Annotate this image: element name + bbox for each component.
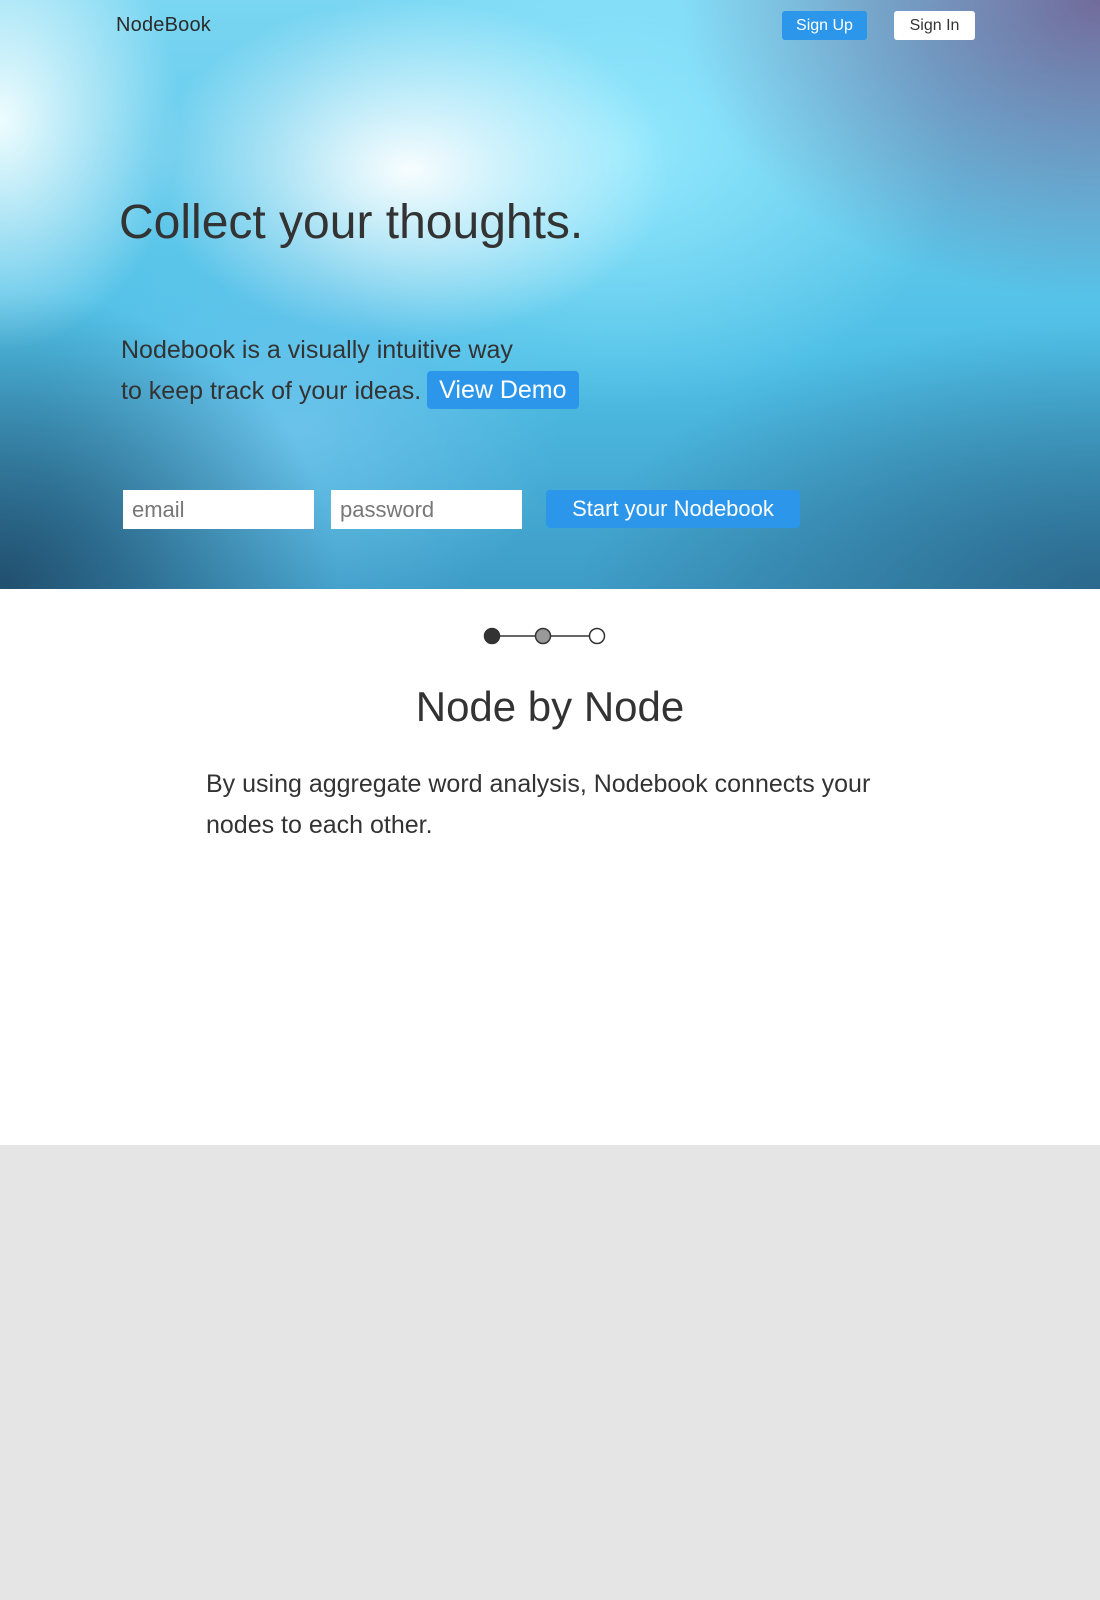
email-field[interactable] (123, 490, 314, 529)
view-demo-button[interactable]: View Demo (427, 371, 579, 410)
stepper-dot-3[interactable] (588, 627, 606, 645)
hero-description-line-2-text: to keep track of your ideas. (121, 377, 422, 405)
start-nodebook-button[interactable]: Start your Nodebook (546, 490, 800, 528)
hero-section: NodeBook Sign Up Sign In Collect your th… (0, 0, 1100, 589)
password-field[interactable] (331, 490, 522, 529)
hero-description-line-1: Nodebook is a visually intuitive way (121, 336, 513, 364)
hero-description-line-2: to keep track of your ideas. View Demo (121, 371, 579, 412)
hero-description: Nodebook is a visually intuitive way to … (121, 330, 579, 412)
feature-title: Node by Node (415, 683, 685, 730)
feature-section (0, 589, 1100, 1145)
hero-title: Collect your thoughts. (119, 196, 584, 249)
brand-logo[interactable]: NodeBook (116, 14, 211, 37)
sign-in-button[interactable]: Sign In (894, 11, 975, 40)
stepper-dot-2[interactable] (534, 627, 552, 645)
stepper-dot-1[interactable] (483, 627, 501, 645)
footer-area (0, 1145, 1100, 1600)
feature-stepper (483, 627, 606, 645)
feature-description: By using aggregate word analysis, Nodebo… (206, 770, 871, 839)
sign-up-button[interactable]: Sign Up (782, 11, 867, 40)
